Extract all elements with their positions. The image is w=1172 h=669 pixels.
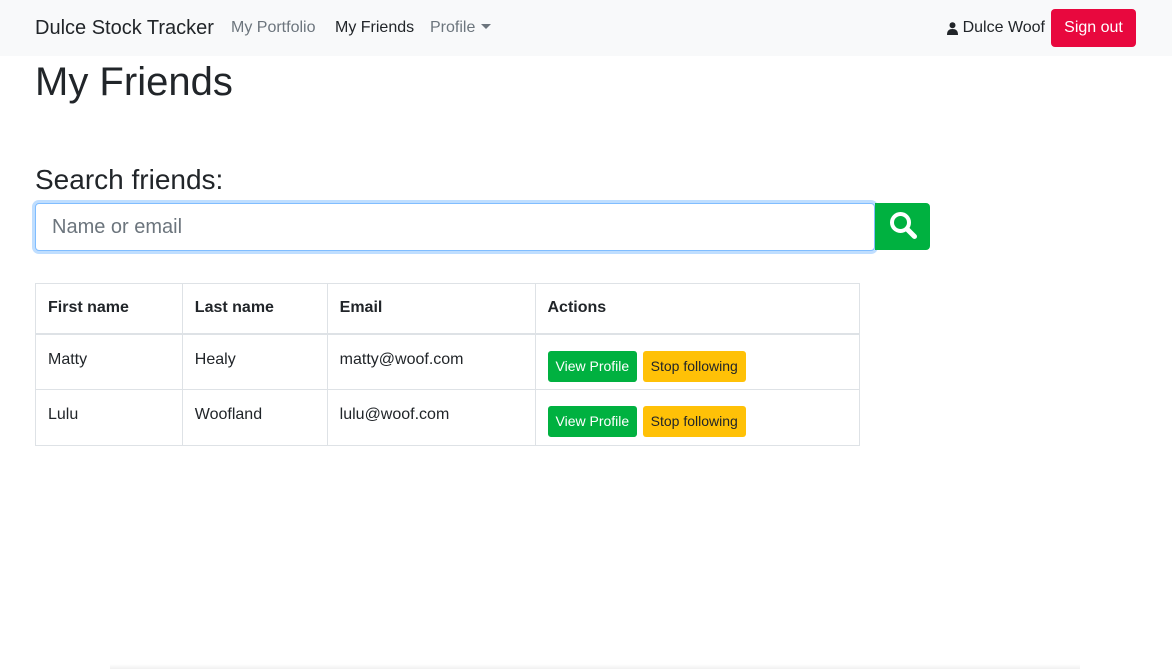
current-user: Dulce Woof [946, 18, 1045, 38]
stop-following-button[interactable]: Stop following [642, 406, 746, 437]
nav-profile-dropdown[interactable]: Profile [430, 18, 492, 38]
search-input[interactable] [35, 203, 875, 251]
cell-first-name: Matty [35, 333, 183, 390]
search-heading: Search friends: [35, 164, 224, 195]
nav-my-portfolio[interactable]: My Portfolio [231, 18, 315, 38]
view-profile-button[interactable]: View Profile [547, 350, 638, 382]
table-row: Lulu Woofland lulu@woof.com View Profile… [35, 389, 860, 446]
nav-profile-label: Profile [430, 19, 476, 36]
user-icon [946, 21, 958, 35]
table-row: Matty Healy matty@woof.com View Profile … [35, 333, 860, 390]
bottom-edge-shadow [110, 664, 1080, 669]
brand-link[interactable]: Dulce Stock Tracker [35, 16, 214, 40]
search-icon [888, 210, 918, 243]
cell-actions: View Profile Stop following [534, 333, 860, 390]
navbar: Dulce Stock Tracker My Portfolio My Frie… [0, 0, 1172, 56]
signout-button[interactable]: Sign out [1051, 9, 1136, 47]
cell-email: lulu@woof.com [326, 389, 536, 446]
user-name: Dulce Woof [962, 19, 1045, 36]
cell-last-name: Healy [181, 333, 328, 390]
caret-down-icon [481, 24, 492, 29]
header-actions: Actions [534, 283, 860, 335]
view-profile-button[interactable]: View Profile [547, 406, 638, 437]
stop-following-button[interactable]: Stop following [642, 350, 746, 382]
cell-email: matty@woof.com [326, 333, 536, 390]
nav-my-friends[interactable]: My Friends [335, 18, 414, 38]
header-email: Email [326, 283, 536, 335]
cell-actions: View Profile Stop following [534, 389, 860, 446]
header-last-name: Last name [181, 283, 328, 335]
page-title: My Friends [35, 60, 233, 104]
cell-last-name: Woofland [181, 389, 328, 446]
table-header-row: First name Last name Email Actions [35, 283, 860, 335]
header-first-name: First name [35, 283, 183, 335]
friends-table: First name Last name Email Actions Matty… [35, 283, 860, 446]
search-button[interactable] [875, 203, 930, 250]
cell-first-name: Lulu [35, 389, 183, 446]
